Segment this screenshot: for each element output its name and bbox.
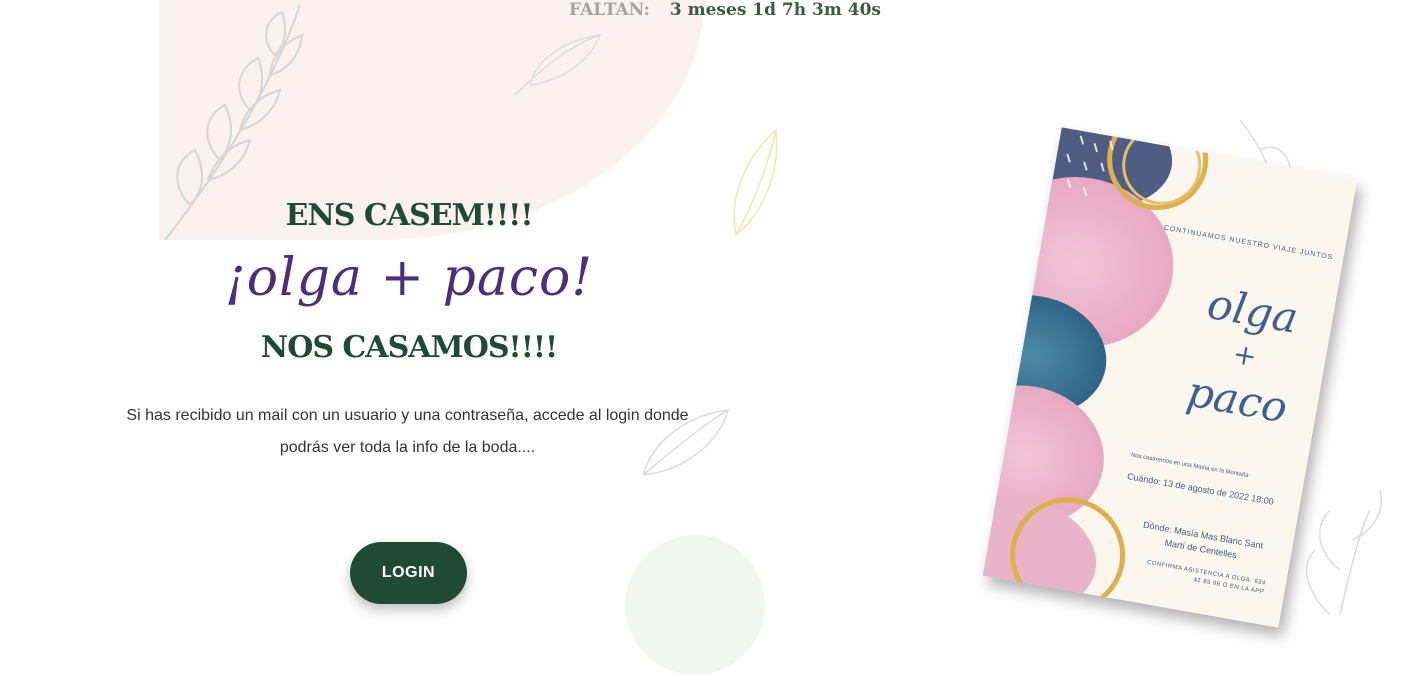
- countdown: FALTAN: 3 meses 1d 7h 3m 40s: [569, 0, 881, 24]
- leaf-decoration-yellow: [733, 128, 778, 236]
- countdown-label: FALTAN:: [569, 0, 650, 20]
- leaf-decoration: [514, 34, 602, 96]
- login-button[interactable]: LOGIN: [350, 542, 467, 604]
- heading-couple-names: ¡olga + paco!: [224, 248, 594, 308]
- invitation-names: olga + paco: [1158, 271, 1331, 441]
- heading-nos-casamos: NOS CASAMOS!!!!: [260, 330, 558, 365]
- background-blob-green: [625, 535, 765, 675]
- intro-text: Si has recibido un mail con un usuario y…: [126, 407, 689, 456]
- heading-ens-casem: ENS CASEM!!!!: [285, 198, 534, 233]
- countdown-value: 3 meses 1d 7h 3m 40s: [669, 0, 882, 20]
